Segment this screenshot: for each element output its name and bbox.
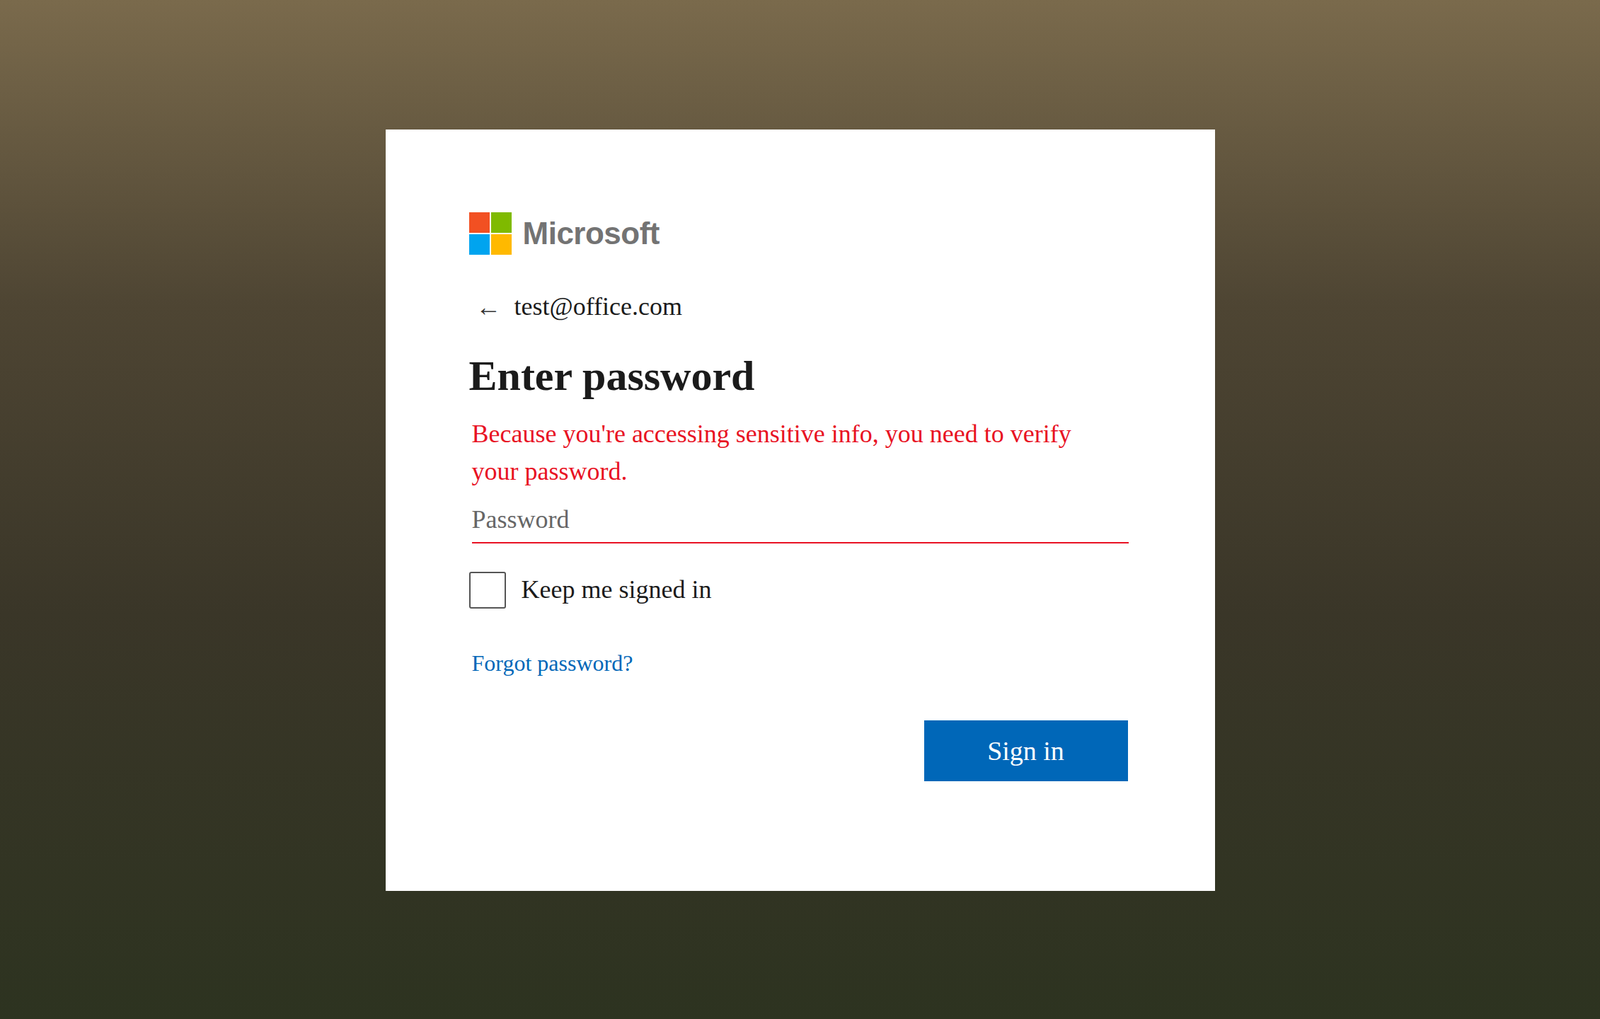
password-input[interactable] xyxy=(472,497,1129,544)
keep-signed-in-checkbox[interactable] xyxy=(469,571,506,609)
page: Microsoft ← test@office.com Enter password B… xyxy=(0,0,1600,1019)
error-message: Because you're accessing sensitive info,… xyxy=(469,415,1078,491)
keep-signed-in-label: Keep me signed in xyxy=(521,574,712,606)
sign-in-card: Microsoft ← test@office.com Enter password B… xyxy=(385,129,1216,891)
sign-in-button[interactable]: Sign in xyxy=(924,720,1128,782)
back-arrow-icon[interactable]: ← xyxy=(476,294,502,320)
button-row: Sign in xyxy=(469,720,1128,782)
microsoft-logo: Microsoft xyxy=(469,212,1128,255)
brand-name: Microsoft xyxy=(522,217,661,250)
page-heading: Enter password xyxy=(469,350,1128,402)
account-email: test@office.com xyxy=(514,291,683,322)
forgot-password-link[interactable]: Forgot password? xyxy=(472,649,634,677)
windows-logo-icon xyxy=(469,212,512,255)
keep-signed-in[interactable]: Keep me signed in xyxy=(469,571,1128,609)
account-row[interactable]: ← test@office.com xyxy=(469,291,1128,322)
